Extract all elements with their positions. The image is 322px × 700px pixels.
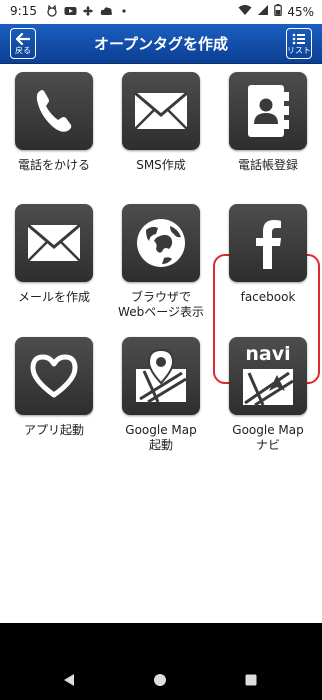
tile-sms-label: SMS作成	[136, 158, 186, 172]
tile-google-map-button[interactable]	[122, 337, 200, 415]
tile-google-map[interactable]: Google Map 起動	[111, 329, 211, 452]
map-pin-icon	[136, 348, 187, 404]
page-title: オープンタグを作成	[93, 35, 229, 53]
tile-app-launch-label: アプリ起動	[23, 423, 84, 437]
recents-square-icon[interactable]	[244, 673, 258, 687]
phone-icon	[36, 90, 72, 132]
wifi-icon	[238, 4, 252, 19]
tile-email[interactable]: メールを作成	[4, 196, 104, 316]
heart-icon	[30, 354, 78, 398]
tag-type-grid: 電話をかける SMS作成 電話帳登録 メールを作成 ブラウザで Webページ表示…	[0, 64, 322, 623]
navi-map-icon	[243, 369, 294, 407]
tile-google-map-navi-button[interactable]: navi	[229, 337, 307, 415]
notification-icons	[46, 4, 130, 17]
tile-facebook-label: facebook	[240, 290, 296, 304]
address-book-icon	[248, 85, 289, 137]
back-triangle-icon[interactable]	[62, 673, 76, 687]
tile-address-book-label: 電話帳登録	[237, 158, 298, 172]
cloud-icon	[100, 5, 112, 17]
tile-phone-call-button[interactable]	[15, 72, 93, 150]
cat-icon	[46, 4, 58, 17]
tile-facebook[interactable]: facebook	[218, 196, 318, 316]
status-time: 9:15	[10, 4, 37, 18]
tile-browser-button[interactable]	[122, 204, 200, 282]
tile-phone-call-label: 電話をかける	[17, 158, 90, 172]
tile-browser-label: ブラウザで Webページ表示	[118, 290, 204, 319]
tile-sms[interactable]: SMS作成	[111, 64, 211, 184]
envelope-icon	[134, 91, 188, 130]
navi-text: navi	[245, 343, 291, 365]
app-header: 戻る オープンタグを作成 リスト	[0, 24, 322, 64]
home-circle-icon[interactable]	[153, 673, 167, 687]
tile-phone-call[interactable]: 電話をかける	[4, 64, 104, 184]
tile-app-launch-button[interactable]	[15, 337, 93, 415]
facebook-icon	[256, 220, 281, 269]
video-icon	[64, 5, 77, 17]
list-icon	[292, 33, 305, 44]
tile-google-map-label: Google Map 起動	[125, 423, 197, 452]
list-button-label: リスト	[287, 45, 311, 55]
tile-address-book-button[interactable]	[229, 72, 307, 150]
tile-google-map-navi-label: Google Map ナビ	[232, 423, 304, 452]
tile-app-launch[interactable]: アプリ起動	[4, 329, 104, 449]
fan-icon	[82, 5, 94, 17]
globe-icon	[137, 219, 185, 267]
status-bar: 9:15 45%	[0, 0, 322, 24]
signal-icon	[257, 4, 269, 19]
status-right: 45%	[238, 4, 314, 19]
tile-facebook-button[interactable]	[229, 204, 307, 282]
tile-browser[interactable]: ブラウザで Webページ表示	[111, 196, 211, 319]
tile-email-label: メールを作成	[17, 290, 90, 304]
battery-icon	[274, 4, 283, 19]
mail-icon	[27, 223, 81, 262]
list-button[interactable]: リスト	[286, 28, 312, 59]
tile-email-button[interactable]	[15, 204, 93, 282]
battery-level: 45%	[287, 4, 314, 19]
tile-address-book[interactable]: 電話帳登録	[218, 64, 318, 184]
tile-sms-button[interactable]	[122, 72, 200, 150]
dot-icon	[118, 5, 130, 17]
tile-google-map-navi[interactable]: navi Google Map ナビ	[218, 329, 318, 452]
system-navigation-bar	[0, 623, 322, 700]
